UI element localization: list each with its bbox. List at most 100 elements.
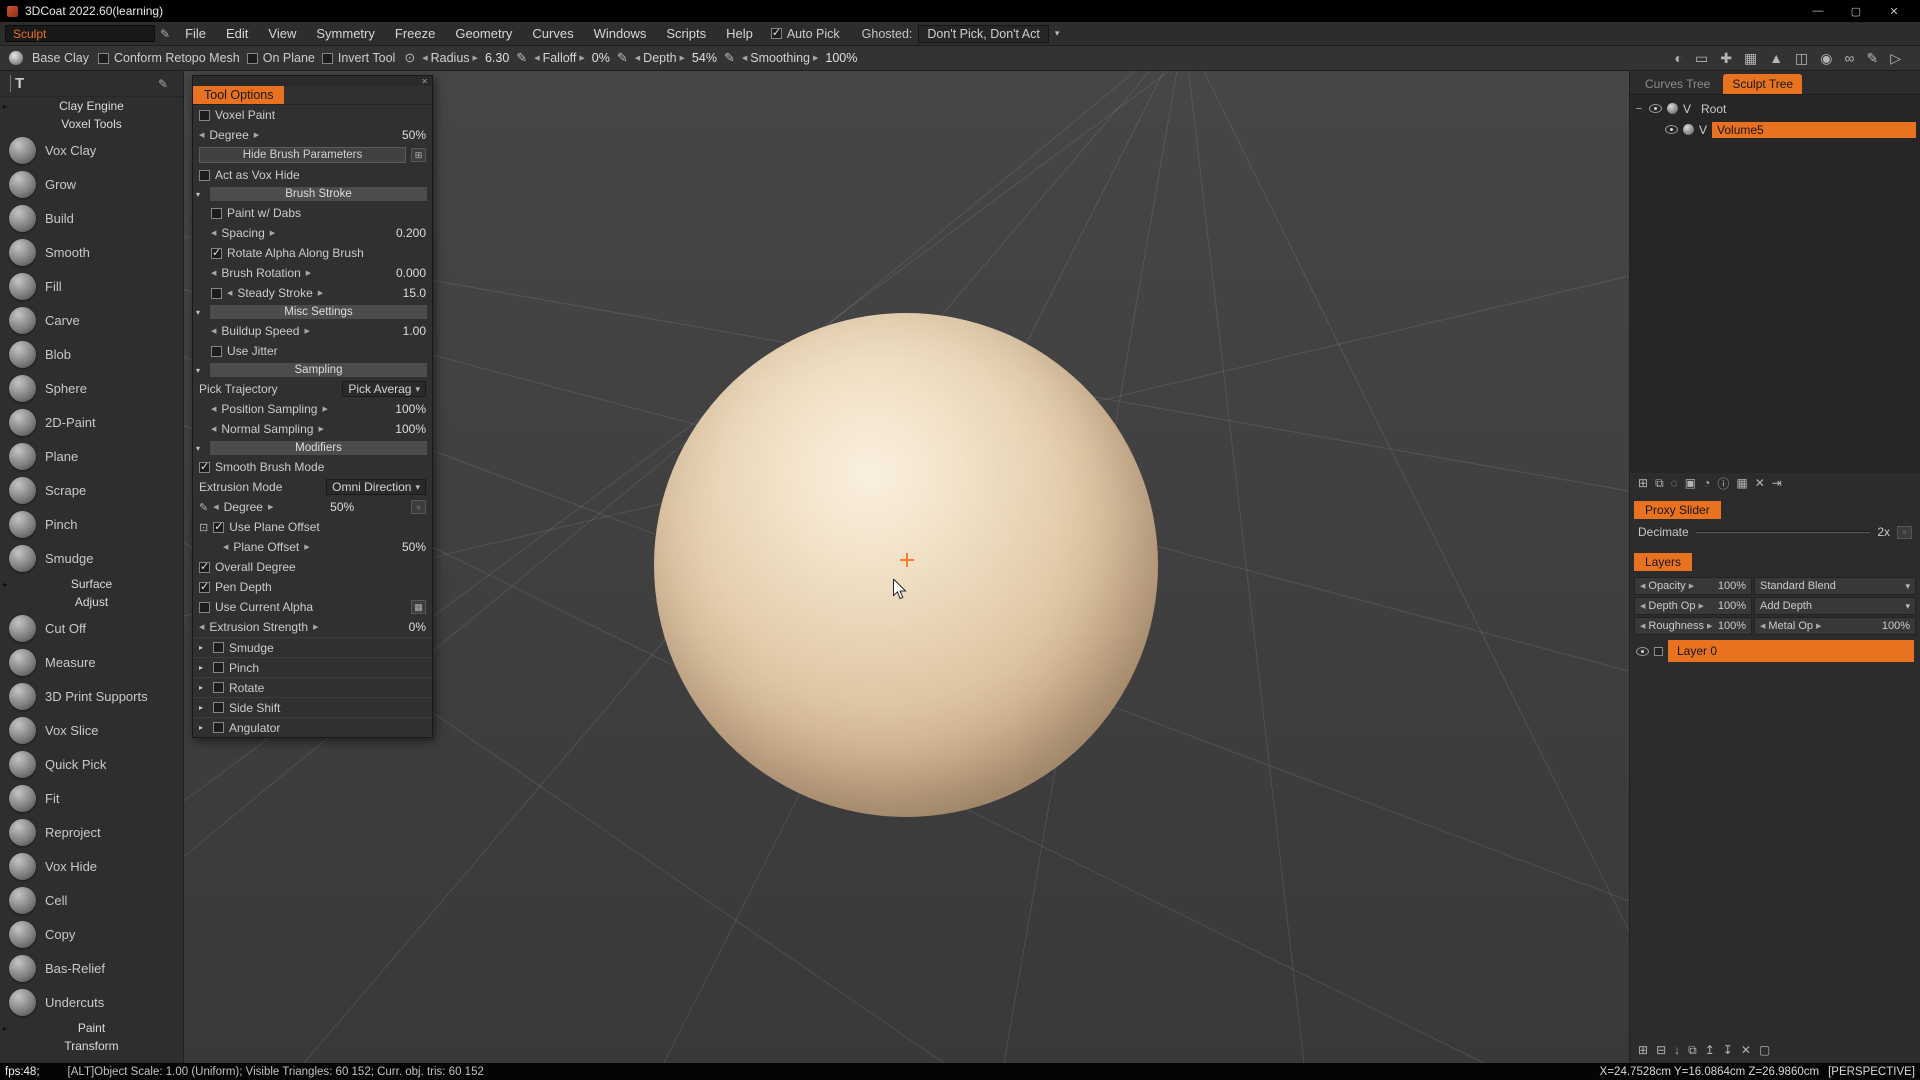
slider-opacity[interactable]: ◀Opacity▶100% [1634,577,1752,595]
row-side-shift[interactable]: ▸Side Shift [193,697,432,717]
decrement-arrow-icon[interactable]: ◀ [742,54,747,62]
expand-arrow-icon[interactable]: ▸ [3,580,7,589]
toolbar-slider-falloff[interactable]: ◀Falloff▶0% [534,51,610,65]
row-plane-offset[interactable]: ◀Plane Offset▶50% [193,537,432,557]
row-degree[interactable]: ✎◀Degree▶50%▫ [193,497,432,517]
row-use-jitter[interactable]: Use Jitter [193,341,432,361]
menu-freeze[interactable]: Freeze [385,24,445,43]
row-use-current-alpha[interactable]: Use Current Alpha▦ [193,597,432,617]
increment-arrow-icon[interactable]: ▶ [313,623,318,631]
row-extrusion-mode[interactable]: Extrusion ModeOmni Direction▾ [193,477,432,497]
info-icon[interactable]: ⓘ [1717,475,1729,492]
checkbox-use-jitter[interactable] [211,346,222,357]
checkbox-side-shift[interactable] [213,702,224,713]
decrement-arrow-icon[interactable]: ◀ [211,425,216,433]
pose-tool-icon[interactable]: ✚ [1720,50,1732,67]
increment-arrow-icon[interactable]: ▶ [304,327,309,335]
toolbar-slider-radius[interactable]: ◀Radius▶6.30 [422,51,509,65]
minimize-button[interactable]: — [1799,0,1837,22]
row-angulator[interactable]: ▸Angulator [193,717,432,737]
expand-arrow-icon[interactable]: ▸ [199,663,208,672]
increment-arrow-icon[interactable]: ▶ [322,405,327,413]
sidebar-header-surface[interactable]: ▸Surface [0,575,183,593]
button-hide-brush-parameters[interactable]: Hide Brush Parameters [199,147,406,163]
pen-icon[interactable]: ✎ [199,501,208,514]
split-view-icon[interactable]: ◫ [1795,50,1808,67]
expand-arrow-icon[interactable]: ▸ [3,1024,7,1033]
row-brush-rotation[interactable]: ◀Brush Rotation▶0.000 [193,263,432,283]
decrement-arrow-icon[interactable]: ◀ [211,229,216,237]
dropdown-standard-blend[interactable]: Standard Blend▾ [1754,577,1916,595]
row-buildup-speed[interactable]: ◀Buildup Speed▶1.00 [193,321,432,341]
text-tool-icon[interactable]: T [10,75,24,92]
checkbox-act-as-vox-hide[interactable] [199,170,210,181]
sidebar-item-smooth[interactable]: Smooth [0,235,183,269]
auto-pick-toggle[interactable]: Auto Pick [771,27,840,41]
light-icon[interactable]: ◐ [1675,50,1683,67]
toolbar-check-invert-tool[interactable]: Invert Tool [322,51,395,65]
section-modifiers[interactable]: ▾Modifiers [193,439,432,457]
import-icon[interactable]: ↓ [1674,1043,1680,1057]
delete-icon[interactable]: ✕ [1755,476,1765,490]
sidebar-item-scrape[interactable]: Scrape [0,473,183,507]
decrement-arrow-icon[interactable]: ◀ [635,54,640,62]
alpha-picker-icon[interactable]: ▫ [411,500,426,514]
proxy-slider-header[interactable]: Proxy Slider [1634,501,1721,519]
auto-pick-checkbox[interactable] [771,28,782,39]
toolbar-check-on-plane[interactable]: On Plane [247,51,315,65]
slider-depth-op[interactable]: ◀Depth Op▶100% [1634,597,1752,615]
maximize-button[interactable]: ▢ [1837,0,1875,22]
checkbox-steady-stroke[interactable] [211,288,222,299]
dock-icon[interactable]: ⊞ [411,148,426,162]
people-icon[interactable]: ◉ [1820,50,1832,67]
decrement-arrow-icon[interactable]: ◀ [211,405,216,413]
menu-geometry[interactable]: Geometry [445,24,522,43]
expand-arrow-icon[interactable]: ▸ [3,102,7,111]
dropdown-pick-trajectory[interactable]: Pick Averag▾ [342,381,426,397]
toolbar-slider-depth[interactable]: ◀Depth▶54% [635,51,717,65]
alpha-preview-icon[interactable]: ▦ [411,600,426,614]
tab-curves-tree[interactable]: Curves Tree [1636,74,1719,94]
sidebar-header-voxel-tools[interactable]: Voxel Tools [0,115,183,133]
sidebar-item-carve[interactable]: Carve [0,303,183,337]
layer-lock-icon[interactable] [1654,647,1663,656]
sidebar-item-copy[interactable]: Copy [0,917,183,951]
checkbox-smooth-brush-mode[interactable] [199,462,210,473]
tab-sculpt-tree[interactable]: Sculpt Tree [1723,74,1802,94]
sidebar-header-clay-engine[interactable]: ▸Clay Engine [0,97,183,115]
edit-icon[interactable]: ✎ [1866,50,1878,67]
row-paint-w-dabs[interactable]: Paint w/ Dabs [193,203,432,223]
sidebar-item-sphere[interactable]: Sphere [0,371,183,405]
menu-help[interactable]: Help [716,24,763,43]
menu-curves[interactable]: Curves [522,24,583,43]
sidebar-header-adjust[interactable]: Adjust [0,593,183,611]
decimate-options-icon[interactable]: ▫ [1897,526,1912,539]
sidebar-item-3d-print-supports[interactable]: 3D Print Supports [0,679,183,713]
visibility-eye-icon[interactable] [1649,104,1662,113]
sidebar-item-2d-paint[interactable]: 2D-Paint [0,405,183,439]
checkbox-rotate-alpha-along-brush[interactable] [211,248,222,259]
decimate-value[interactable]: 2x [1877,525,1890,539]
row-spacing[interactable]: ◀Spacing▶0.200 [193,223,432,243]
expand-arrow-icon[interactable]: ▸ [199,723,208,732]
row-steady-stroke[interactable]: ◀Steady Stroke▶15.0 [193,283,432,303]
checkbox-overall-degree[interactable] [199,562,210,573]
row-normal-sampling[interactable]: ◀Normal Sampling▶100% [193,419,432,439]
link-icon[interactable]: ∞ [1845,50,1855,67]
slider-roughness[interactable]: ◀Roughness▶100% [1634,617,1752,635]
decrement-arrow-icon[interactable]: ◀ [422,54,427,62]
brush-name[interactable]: Base Clay [32,51,89,65]
sidebar-item-fill[interactable]: Fill [0,269,183,303]
duplicate-layer-icon[interactable]: ⧉ [1688,1043,1697,1058]
decrement-arrow-icon[interactable]: ◀ [534,54,539,62]
grid-icon[interactable]: ▦ [1744,50,1757,67]
falloff-pen-icon[interactable]: ✎ [516,50,527,66]
history-icon[interactable]: ◔ [1703,476,1710,490]
row-smooth-brush-mode[interactable]: Smooth Brush Mode [193,457,432,477]
row-smudge[interactable]: ▸Smudge [193,637,432,657]
dropdown-add-depth[interactable]: Add Depth▾ [1754,597,1916,615]
export-icon[interactable]: ⇥ [1772,476,1782,490]
add-volume-icon[interactable]: ⊞ [1638,476,1648,490]
checkbox-paint-w-dabs[interactable] [211,208,222,219]
sidebar-header-paint[interactable]: ▸Paint [0,1019,183,1037]
